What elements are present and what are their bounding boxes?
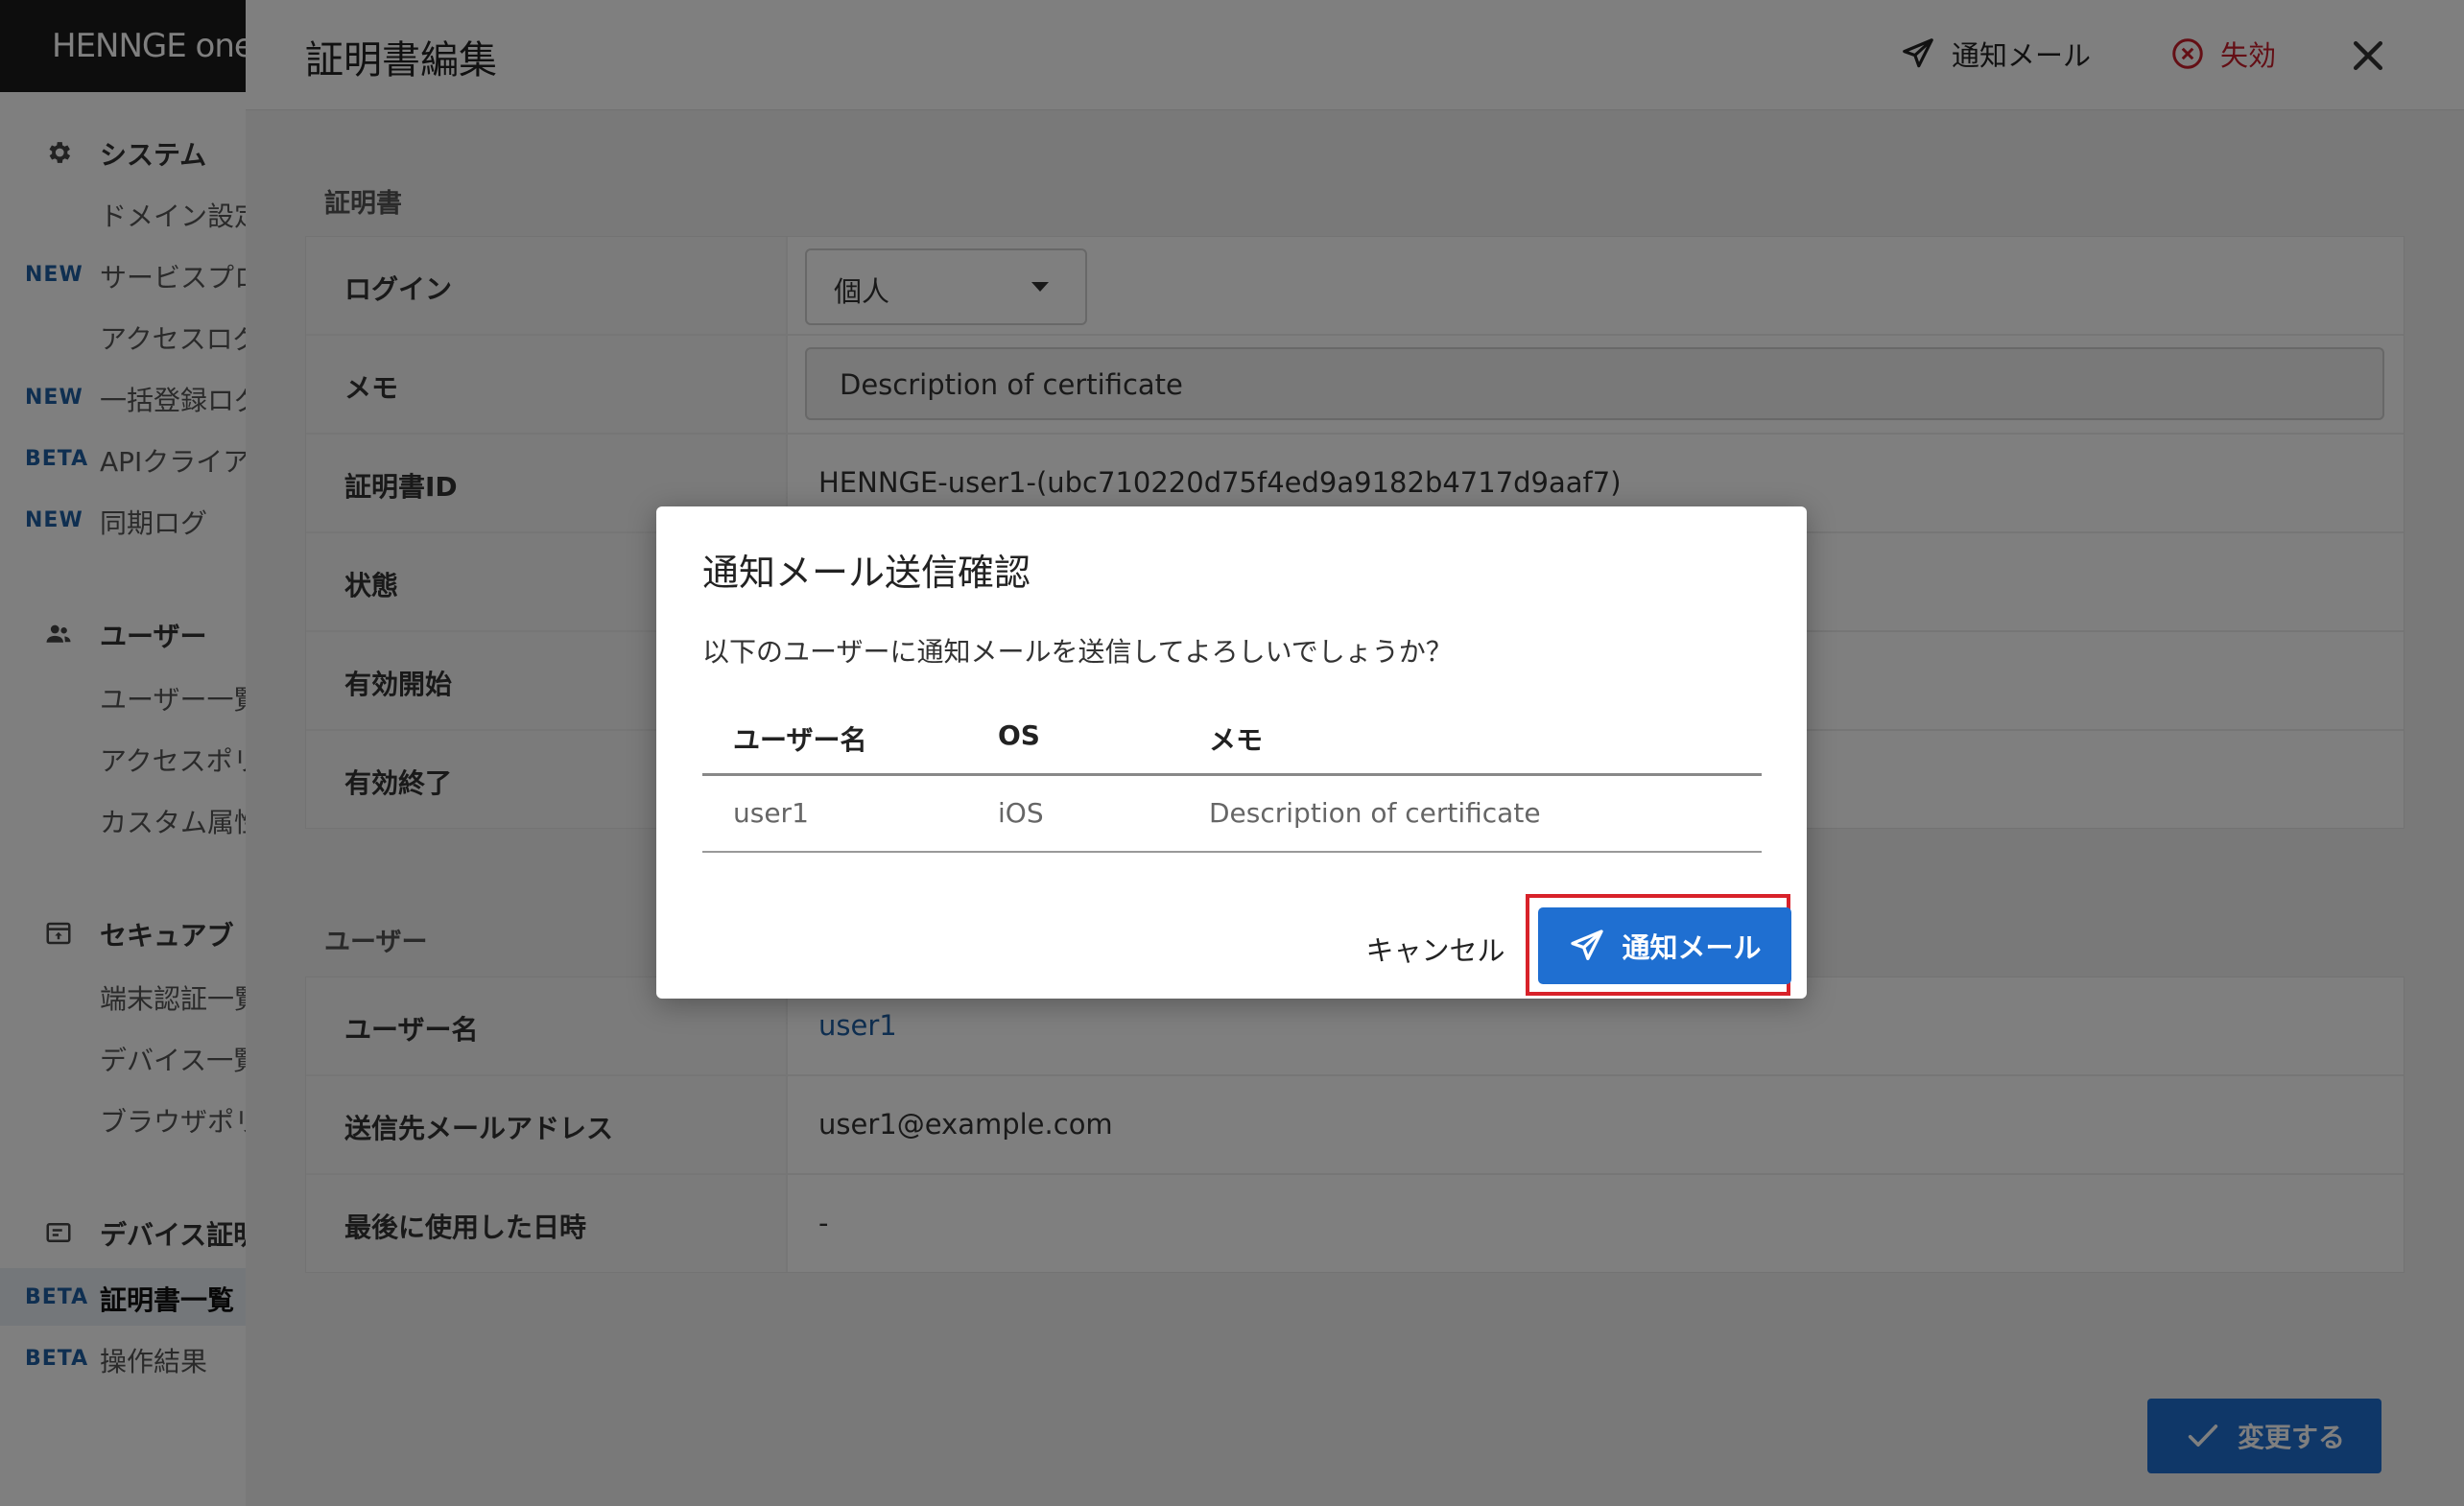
dialog-message: 以下のユーザーに通知メールを送信してよろしいでしょうか？ (702, 636, 1453, 668)
dialog-title: 通知メール送信確認 (702, 552, 1031, 594)
column-header-username: ユーザー名 (733, 724, 867, 756)
cell-os: iOS (998, 797, 1044, 829)
cell-username: user1 (733, 797, 809, 829)
table-row: user1 iOS Description of certificate (702, 776, 1762, 853)
send-notify-label: 通知メール (1622, 931, 1762, 964)
paper-plane-icon (1571, 929, 1604, 960)
dialog-user-table: ユーザー名 OS メモ user1 iOS Description of cer… (702, 698, 1762, 853)
send-notify-button[interactable]: 通知メール (1538, 907, 1791, 984)
table-header: ユーザー名 OS メモ (702, 698, 1762, 776)
cancel-button[interactable]: キャンセル (1359, 929, 1512, 969)
notify-confirm-dialog: 通知メール送信確認 以下のユーザーに通知メールを送信してよろしいでしょうか？ ユ… (656, 506, 1807, 999)
cell-memo: Description of certificate (1209, 797, 1541, 829)
column-header-memo: メモ (1209, 724, 1264, 756)
column-header-os: OS (998, 719, 1040, 751)
